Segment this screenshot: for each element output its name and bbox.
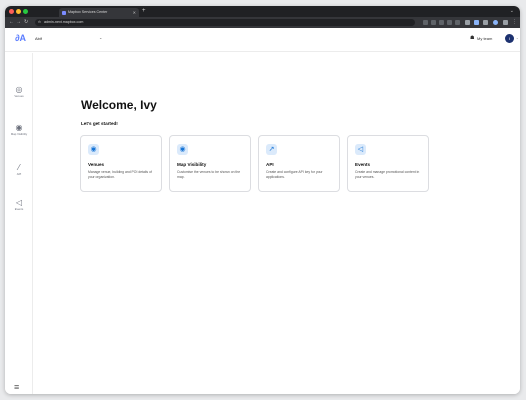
card-title: Venues <box>88 162 105 167</box>
eye-icon: ◉ <box>15 123 23 132</box>
venues-icon: ◎ <box>15 85 23 94</box>
sidebar-item-label: Venues <box>14 94 24 98</box>
close-window-icon[interactable] <box>9 9 14 14</box>
extension-icon[interactable] <box>503 20 508 25</box>
card-venues[interactable]: ◉ Venues Manage venue, building and POI … <box>80 135 162 192</box>
venues-icon: ◉ <box>88 144 99 155</box>
sidebar-item-label: Map Visibility <box>10 132 28 136</box>
card-api[interactable]: ↗ API Create and configure API key for y… <box>258 135 340 192</box>
sidebar-item-label: Events <box>14 207 24 211</box>
megaphone-icon: ◁ <box>15 198 23 207</box>
my-team-link[interactable]: My team <box>477 36 492 41</box>
back-arrow-icon[interactable]: ← <box>9 17 14 28</box>
card-map-visibility[interactable]: ◉ Map Visibility Customise the venues to… <box>169 135 251 192</box>
tab-favicon-icon <box>62 10 66 15</box>
sidebar-item-label: API <box>16 172 22 176</box>
new-tab-button[interactable]: + <box>142 7 146 16</box>
sidebar-item-map-visibility[interactable]: ◉ Map Visibility <box>5 123 33 136</box>
extension-icon[interactable] <box>447 20 452 25</box>
key-icon: ↗ <box>266 144 277 155</box>
tab-title: Mapbox Services Center <box>68 10 108 14</box>
sidebar-item-venues[interactable]: ◎ Venues <box>5 85 33 98</box>
sidebar-item-events[interactable]: ◁ Events <box>5 198 33 211</box>
extension-icon[interactable] <box>431 20 436 25</box>
extension-icon[interactable] <box>465 20 470 25</box>
card-description: Create and manage promotional content in… <box>355 170 420 179</box>
hamburger-menu-icon[interactable]: ≡ <box>14 383 19 392</box>
sidebar-item-api[interactable]: ⁄ API <box>5 163 33 176</box>
sidebar: ◎ Venues ◉ Map Visibility ⁄ API ◁ Events… <box>5 53 33 394</box>
browser-tab[interactable]: Mapbox Services Center ✕ <box>59 8 139 17</box>
app-header: ∂A Abif ⌄ ☗ My team I ⌄ <box>5 28 520 52</box>
browser-tab-bar: Mapbox Services Center ✕ + ⌄ <box>5 6 520 17</box>
address-bar[interactable]: ⊖ admin-next.mapbox.com <box>35 19 415 26</box>
close-tab-icon[interactable]: ✕ <box>133 8 136 17</box>
tab-list-chevron-icon[interactable]: ⌄ <box>510 7 514 16</box>
reload-icon[interactable]: ↻ <box>24 17 28 28</box>
browser-menu-icon[interactable]: ⋮ <box>512 17 517 28</box>
team-icon[interactable]: ☗ <box>470 35 474 41</box>
lock-icon: ⊖ <box>38 20 42 24</box>
megaphone-icon: ◁ <box>355 144 366 155</box>
card-events[interactable]: ◁ Events Create and manage promotional c… <box>347 135 429 192</box>
forward-arrow-icon[interactable]: → <box>16 17 21 28</box>
extension-icon[interactable] <box>483 20 488 25</box>
browser-window: Mapbox Services Center ✕ + ⌄ ← → ↻ ⊖ adm… <box>5 6 520 394</box>
card-description: Manage venue, building and POI details o… <box>88 170 152 179</box>
chevron-down-icon[interactable]: ⌄ <box>516 36 519 40</box>
card-title: Map Visibility <box>177 162 207 167</box>
browser-toolbar: ← → ↻ ⊖ admin-next.mapbox.com ⋮ <box>5 17 520 28</box>
card-title: API <box>266 162 274 167</box>
minimize-window-icon[interactable] <box>16 9 21 14</box>
app: ∂A Abif ⌄ ☗ My team I ⌄ ◎ Venues ◉ Map V… <box>5 28 520 394</box>
org-selector[interactable]: Abif <box>35 36 42 41</box>
card-description: Create and configure API key for your ap… <box>266 170 323 179</box>
page-subtitle: Let's get started! <box>81 121 118 126</box>
card-description: Customise the venues to be shown on the … <box>177 170 241 179</box>
profile-icon[interactable] <box>493 20 498 25</box>
extension-icon[interactable] <box>423 20 428 25</box>
extension-icon[interactable] <box>455 20 460 25</box>
page-title: Welcome, Ivy <box>81 98 157 112</box>
key-icon: ⁄ <box>18 163 20 172</box>
extension-icon[interactable] <box>474 20 479 25</box>
logo[interactable]: ∂A <box>15 33 26 43</box>
extension-icon[interactable] <box>439 20 444 25</box>
card-title: Events <box>355 162 371 167</box>
chevron-down-icon[interactable]: ⌄ <box>99 35 102 40</box>
maximize-window-icon[interactable] <box>23 9 28 14</box>
avatar[interactable]: I <box>505 34 514 43</box>
eye-icon: ◉ <box>177 144 188 155</box>
address-bar-url: admin-next.mapbox.com <box>44 20 84 24</box>
